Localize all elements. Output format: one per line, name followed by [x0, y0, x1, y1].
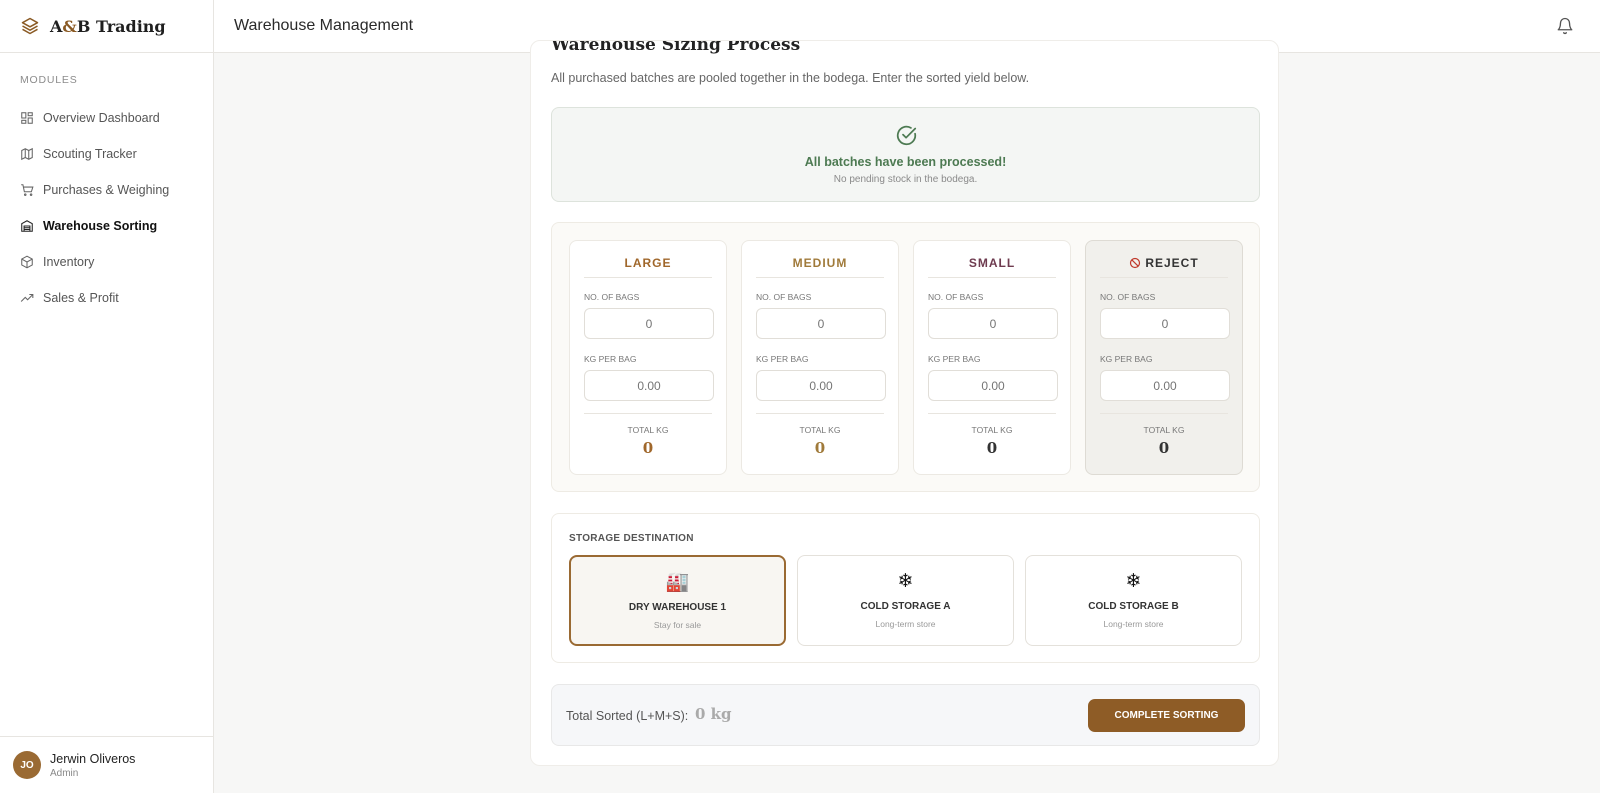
sidebar-item-overview-dashboard[interactable]: Overview Dashboard	[0, 100, 213, 136]
sizing-process-card: Warehouse Sizing Process All purchased b…	[530, 40, 1279, 766]
total-sorted-value: 0 kg	[695, 705, 732, 723]
storage-option-name: COLD STORAGE A	[860, 601, 951, 612]
trending-up-icon	[20, 293, 34, 302]
avatar: JO	[13, 751, 41, 779]
total-label: TOTAL KG	[1143, 425, 1185, 435]
sidebar-item-label: Inventory	[43, 255, 95, 269]
size-name: MEDIUM	[756, 256, 884, 278]
divider	[1100, 413, 1228, 414]
box-icon	[21, 255, 33, 269]
status-subtitle: No pending stock in the bodega.	[833, 174, 978, 185]
user-role: Admin	[50, 767, 79, 779]
size-card-medium: MEDIUM NO. OF BAGS KG PER BAG TOTAL KG 0	[741, 240, 899, 475]
sidebar-item-label: Warehouse Sorting	[43, 219, 158, 233]
user-profile[interactable]: JO Jerwin Oliveros Admin	[0, 736, 213, 793]
sidebar-item-label: Scouting Tracker	[43, 147, 137, 161]
size-name: SMALL	[928, 256, 1056, 278]
map-icon	[21, 147, 33, 161]
small-bags-input[interactable]	[928, 308, 1058, 339]
sidebar-item-label: Overview Dashboard	[43, 111, 160, 125]
medium-total-value: 0	[814, 439, 826, 457]
divider	[756, 413, 884, 414]
small-kg-input[interactable]	[928, 370, 1058, 401]
storage-option-dry-warehouse-1[interactable]: 🏭 DRY WAREHOUSE 1 Stay for sale	[569, 555, 786, 646]
storage-option-sub: Stay for sale	[653, 620, 702, 630]
sorting-footer: Total Sorted (L+M+S): 0 kg COMPLETE SORT…	[551, 684, 1260, 746]
sidebar-item-label: Purchases & Weighing	[43, 183, 170, 197]
size-card-large: LARGE NO. OF BAGS KG PER BAG TOTAL KG 0	[569, 240, 727, 475]
storage-label: STORAGE DESTINATION	[569, 533, 694, 544]
total-label: TOTAL KG	[627, 425, 669, 435]
sidebar-item-label: Sales & Profit	[43, 291, 119, 305]
status-title: All batches have been processed!	[804, 155, 1007, 169]
brand-name: A&B Trading	[50, 16, 166, 36]
check-circle-icon	[896, 125, 917, 146]
sidebar-item-purchases-weighing[interactable]: Purchases & Weighing	[0, 172, 213, 208]
small-total-value: 0	[986, 439, 998, 457]
reject-heading: REJECT	[1100, 256, 1228, 278]
storage-option-sub: Long-term store	[875, 619, 936, 629]
large-kg-input[interactable]	[584, 370, 714, 401]
sidebar-item-inventory[interactable]: Inventory	[0, 244, 213, 280]
kg-label: KG PER BAG	[756, 354, 809, 364]
large-bags-input[interactable]	[584, 308, 714, 339]
bell-icon[interactable]	[1556, 17, 1574, 35]
size-name: REJECT	[1145, 256, 1199, 270]
reject-total-value: 0	[1158, 439, 1170, 457]
sidebar-item-warehouse-sorting[interactable]: Warehouse Sorting	[0, 208, 213, 244]
snowflake-icon: ❄	[1125, 571, 1142, 592]
brand[interactable]: A&B Trading	[0, 0, 213, 53]
storage-option-sub: Long-term store	[1103, 619, 1164, 629]
bags-label: NO. OF BAGS	[928, 292, 984, 302]
user-name: Jerwin Oliveros	[50, 751, 136, 766]
snowflake-icon: ❄	[897, 571, 914, 592]
total-label: TOTAL KG	[971, 425, 1013, 435]
user-info: Jerwin Oliveros Admin	[50, 752, 135, 779]
kg-label: KG PER BAG	[1100, 354, 1153, 364]
kg-label: KG PER BAG	[928, 354, 981, 364]
size-grid: LARGE NO. OF BAGS KG PER BAG TOTAL KG 0 …	[551, 222, 1260, 492]
total-sorted-label: Total Sorted (L+M+S):	[566, 709, 689, 723]
grid-icon	[21, 112, 33, 124]
sidebar: A&B Trading MODULES Overview Dashboard S…	[0, 0, 214, 793]
storage-destination: STORAGE DESTINATION 🏭 DRY WAREHOUSE 1 St…	[551, 513, 1260, 663]
size-name: LARGE	[584, 256, 712, 278]
warehouse-icon	[21, 220, 33, 232]
bags-label: NO. OF BAGS	[1100, 292, 1156, 302]
storage-option-name: DRY WAREHOUSE 1	[628, 602, 727, 613]
modules-label: MODULES	[20, 74, 78, 86]
reject-kg-input[interactable]	[1100, 370, 1230, 401]
sidebar-item-scouting-tracker[interactable]: Scouting Tracker	[0, 136, 213, 172]
status-banner: All batches have been processed! No pend…	[551, 107, 1260, 202]
ban-icon	[1130, 257, 1141, 269]
large-total-value: 0	[642, 439, 654, 457]
medium-bags-input[interactable]	[756, 308, 886, 339]
kg-label: KG PER BAG	[584, 354, 637, 364]
reject-bags-input[interactable]	[1100, 308, 1230, 339]
page-title: Warehouse Management	[234, 17, 414, 34]
bags-label: NO. OF BAGS	[584, 292, 640, 302]
size-card-small: SMALL NO. OF BAGS KG PER BAG TOTAL KG 0	[913, 240, 1071, 475]
cart-icon	[21, 184, 34, 196]
storage-option-cold-storage-a[interactable]: ❄ COLD STORAGE A Long-term store	[797, 555, 1014, 646]
divider	[928, 413, 1056, 414]
complete-sorting-button[interactable]: COMPLETE SORTING	[1088, 699, 1245, 732]
section-subtitle: All purchased batches are pooled togethe…	[551, 71, 1030, 85]
size-card-reject: REJECT NO. OF BAGS KG PER BAG TOTAL KG 0	[1085, 240, 1243, 475]
storage-option-cold-storage-b[interactable]: ❄ COLD STORAGE B Long-term store	[1025, 555, 1242, 646]
sidebar-item-sales-profit[interactable]: Sales & Profit	[0, 280, 213, 316]
layers-icon	[21, 17, 39, 35]
section-title: Warehouse Sizing Process	[551, 40, 801, 55]
medium-kg-input[interactable]	[756, 370, 886, 401]
divider	[584, 413, 712, 414]
total-label: TOTAL KG	[799, 425, 841, 435]
storage-option-name: COLD STORAGE B	[1088, 601, 1179, 612]
sidebar-nav: Overview Dashboard Scouting Tracker Purc…	[0, 100, 213, 316]
factory-icon: 🏭	[665, 572, 690, 593]
bags-label: NO. OF BAGS	[756, 292, 812, 302]
